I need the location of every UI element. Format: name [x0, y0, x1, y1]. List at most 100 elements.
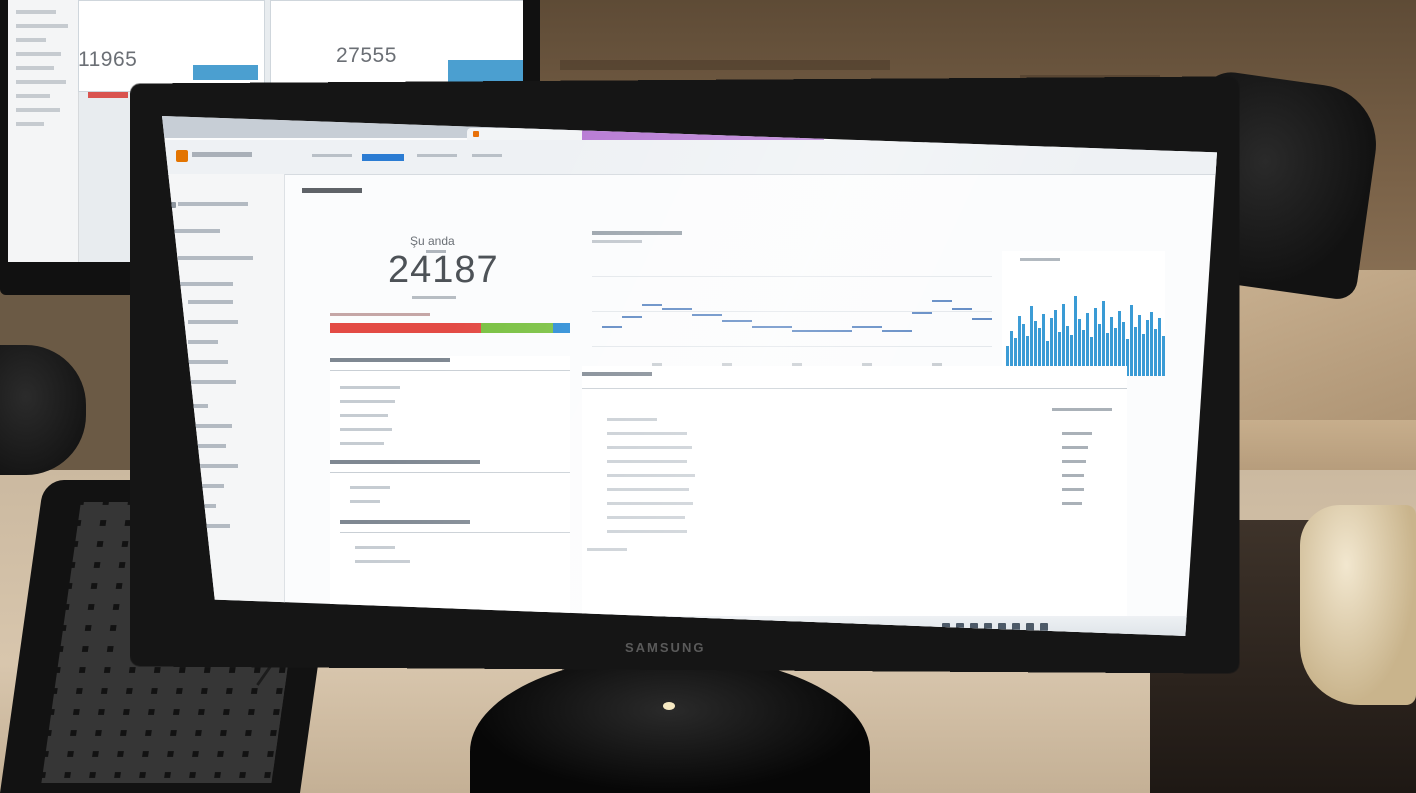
table-row[interactable] — [607, 432, 687, 435]
traffic-split-bar — [330, 323, 570, 333]
active-users-caption — [412, 296, 456, 299]
table-value — [1062, 488, 1084, 491]
back-sidebar — [8, 0, 79, 262]
sidebar-subitem[interactable] — [188, 360, 228, 364]
line-segment — [882, 330, 912, 332]
spark-bar — [1130, 305, 1133, 376]
wall-shelf — [560, 60, 890, 70]
sidebar-item[interactable] — [178, 202, 248, 206]
table-value — [1062, 432, 1092, 435]
line-segment — [602, 326, 622, 328]
nav-tab-home[interactable] — [312, 154, 352, 157]
table-footer[interactable] — [587, 548, 627, 551]
table-row[interactable] — [607, 502, 693, 505]
table-header-line — [582, 388, 1127, 389]
table-row[interactable] — [607, 446, 692, 449]
table-title — [340, 520, 470, 524]
line-segment — [752, 326, 792, 328]
taskbar-icon[interactable] — [1026, 623, 1034, 631]
spark-bar — [1158, 318, 1161, 376]
line-segment — [972, 318, 992, 320]
mouse — [0, 345, 86, 475]
line-segment — [912, 312, 932, 314]
pageviews-per-minute-chart — [592, 256, 992, 366]
line-segment — [932, 300, 952, 302]
spark-bar — [1102, 301, 1105, 376]
sidebar-subitem[interactable] — [188, 380, 236, 384]
table-row[interactable] — [607, 488, 689, 491]
table-title — [582, 372, 652, 376]
line-segment — [692, 314, 722, 316]
spark-bar — [1138, 315, 1141, 376]
line-segment — [622, 316, 642, 318]
table-header-line — [330, 370, 570, 371]
table-row[interactable] — [607, 530, 687, 533]
spark-bar — [1162, 336, 1165, 376]
table-header-line — [330, 472, 570, 473]
analytics-logo-text — [192, 152, 252, 157]
table-value — [1062, 474, 1084, 477]
top-active-pages-table — [582, 366, 1127, 636]
line-segment — [852, 326, 882, 328]
sidebar-item-realtime[interactable] — [178, 282, 233, 286]
back-red-bar — [88, 92, 128, 98]
line-segment — [722, 320, 752, 322]
taskbar-icon[interactable] — [1040, 623, 1048, 631]
table-header-line — [340, 532, 570, 533]
plastic-bag — [1300, 505, 1416, 705]
table-row[interactable] — [607, 418, 657, 421]
table-row[interactable] — [607, 474, 695, 477]
table-row[interactable] — [350, 500, 380, 503]
sidebar-subitem[interactable] — [188, 340, 218, 344]
table-row[interactable] — [350, 486, 390, 489]
analytics-logo-icon — [176, 150, 188, 162]
spark-bar — [1146, 320, 1149, 376]
line-segment — [792, 330, 852, 332]
spark-bar — [1150, 312, 1153, 376]
table-title — [330, 358, 450, 362]
back-chart-left — [193, 65, 258, 80]
line-segment — [662, 308, 692, 310]
spark-bar — [1134, 327, 1137, 376]
back-counter-right: 27555 — [336, 44, 397, 67]
sidebar-subitem[interactable] — [188, 300, 233, 304]
traffic-split-segment — [553, 323, 570, 333]
active-users-count: 24187 — [388, 249, 499, 291]
traffic-split-legend — [330, 313, 430, 316]
analytics-favicon-icon — [473, 131, 479, 137]
sidebar-subitem[interactable] — [188, 320, 238, 324]
table-row[interactable] — [355, 546, 395, 549]
traffic-split-segment — [481, 323, 553, 333]
table-row[interactable] — [355, 560, 410, 563]
column-selector[interactable] — [1052, 408, 1112, 411]
nav-tab-admin[interactable] — [472, 154, 502, 157]
back-counter-left: 11965 — [78, 48, 138, 71]
table-row[interactable] — [340, 442, 384, 445]
nav-tab-reporting[interactable] — [362, 154, 404, 161]
nav-tab-customization[interactable] — [417, 154, 457, 157]
gridline — [592, 311, 992, 312]
top-referrals-table — [330, 356, 570, 636]
table-row[interactable] — [607, 516, 685, 519]
table-value — [1062, 502, 1082, 505]
gridline — [592, 346, 992, 347]
line-segment — [642, 304, 662, 306]
pageviews-per-second-chart — [1002, 251, 1165, 376]
spark-bar — [1154, 329, 1157, 376]
table-row[interactable] — [340, 400, 395, 403]
sidebar-item[interactable] — [178, 256, 253, 260]
table-value — [1062, 446, 1088, 449]
photo-scene: 11965 27555 SAMSUNG Şu anda 24187 — [0, 0, 1416, 793]
table-row[interactable] — [340, 414, 388, 417]
table-row[interactable] — [607, 460, 687, 463]
pageviews-subtitle — [592, 240, 642, 243]
sidebar-item[interactable] — [170, 229, 220, 233]
main-monitor-screen: Şu anda 24187 — [162, 116, 1217, 636]
table-row[interactable] — [340, 386, 400, 389]
table-row[interactable] — [340, 428, 392, 431]
table-title — [330, 460, 480, 464]
monitor-brand-logo: SAMSUNG — [625, 640, 706, 655]
realtime-label: Şu anda — [410, 234, 455, 248]
page-title — [302, 188, 362, 193]
power-light — [663, 702, 675, 710]
